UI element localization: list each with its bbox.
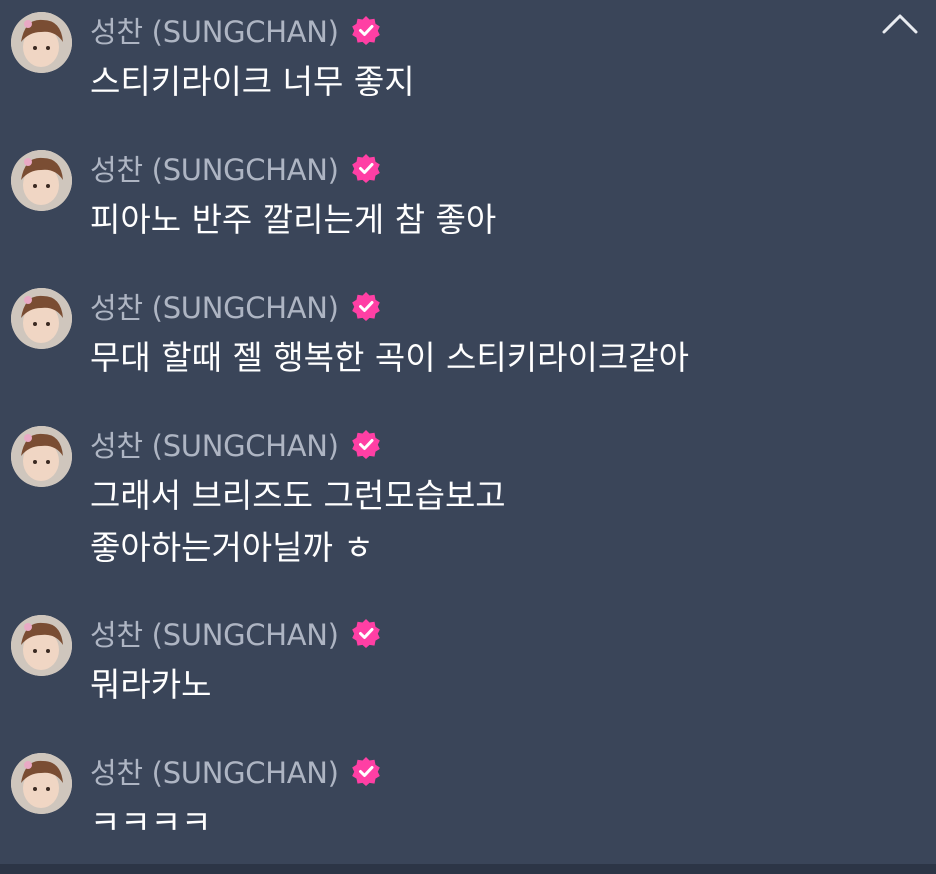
sender-row: 성찬 (SUNGCHAN) <box>90 288 381 325</box>
sender-name: 성찬 (SUNGCHAN) <box>90 291 339 325</box>
avatar[interactable] <box>11 288 72 349</box>
sender-name: 성찬 (SUNGCHAN) <box>90 429 339 463</box>
verified-badge-icon <box>351 429 381 459</box>
collapse-button[interactable] <box>878 6 922 40</box>
message-text: ㅋㅋㅋㅋ <box>90 803 212 842</box>
avatar[interactable] <box>11 12 72 73</box>
message-text: 피아노 반주 깔리는게 참 좋아 <box>90 200 497 239</box>
sender-name: 성찬 (SUNGCHAN) <box>90 153 339 187</box>
verified-badge-icon <box>351 15 381 45</box>
sender-name: 성찬 (SUNGCHAN) <box>90 618 339 652</box>
avatar[interactable] <box>11 150 72 211</box>
verified-badge-icon <box>351 153 381 183</box>
bottom-divider <box>0 864 936 874</box>
message-text: 뭐라카노 <box>90 665 212 704</box>
verified-badge-icon <box>351 618 381 648</box>
message-text: 무대 할때 젤 행복한 곡이 스티키라이크같아 <box>90 338 689 377</box>
avatar[interactable] <box>11 753 72 814</box>
avatar[interactable] <box>11 615 72 676</box>
chevron-up-icon <box>878 6 922 40</box>
sender-name: 성찬 (SUNGCHAN) <box>90 756 339 790</box>
verified-badge-icon <box>351 756 381 786</box>
sender-row: 성찬 (SUNGCHAN) <box>90 426 381 463</box>
sender-name: 성찬 (SUNGCHAN) <box>90 15 339 49</box>
sender-row: 성찬 (SUNGCHAN) <box>90 150 381 187</box>
sender-row: 성찬 (SUNGCHAN) <box>90 753 381 790</box>
chat-message-list[interactable]: 성찬 (SUNGCHAN) 스티키라이크 너무 좋지 성찬 (SUNGCHAN)… <box>0 0 936 864</box>
message-text: 스티키라이크 너무 좋지 <box>90 62 415 101</box>
avatar[interactable] <box>11 426 72 487</box>
message-text: 그래서 브리즈도 그런모습보고 좋아하는거아닐까 ㅎ <box>90 476 506 567</box>
sender-row: 성찬 (SUNGCHAN) <box>90 12 381 49</box>
sender-row: 성찬 (SUNGCHAN) <box>90 615 381 652</box>
verified-badge-icon <box>351 291 381 321</box>
